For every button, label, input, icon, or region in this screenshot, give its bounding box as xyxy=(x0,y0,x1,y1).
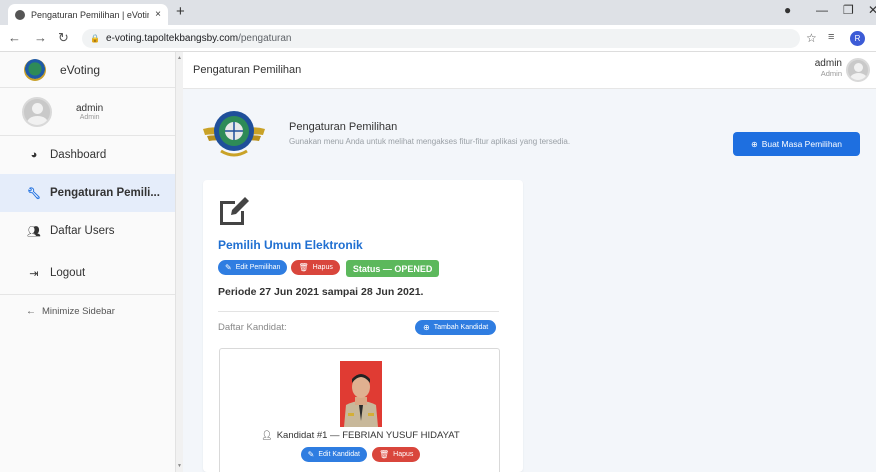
navbar-user-role: Admin xyxy=(820,69,842,78)
election-card: Pemilih Umum Elektronik ✎ Edit Pemilihan… xyxy=(203,180,523,472)
lock-icon: 🔒 xyxy=(90,34,100,43)
edit-icon xyxy=(220,197,249,225)
sidebar-brand[interactable]: eVoting xyxy=(0,52,175,88)
sidebar-scrollbar[interactable]: ▲ ▼ xyxy=(176,52,183,472)
sidebar-item-pengaturan[interactable]: 🔧︎ Pengaturan Pemili... xyxy=(0,174,175,212)
sidebar-item-users[interactable]: 👥︎ Daftar Users xyxy=(0,212,175,250)
page-title: Pengaturan Pemilihan xyxy=(193,64,302,76)
new-tab-button[interactable]: + xyxy=(176,3,185,20)
candidate-card: 👤︎ Kandidat #1 — FEBRIAN YUSUF HIDAYAT ✎ … xyxy=(219,348,500,472)
minimize-window-button[interactable]: — xyxy=(816,3,828,17)
scroll-up-icon[interactable]: ▲ xyxy=(177,55,182,61)
edit-election-label: Edit Pemilihan xyxy=(235,264,281,271)
create-election-button[interactable]: ⊕ Buat Masa Pemilihan xyxy=(733,132,860,156)
pencil-icon: ✎ xyxy=(307,450,315,459)
emblem-logo-icon xyxy=(203,111,265,157)
tab-title: Pengaturan Pemilihan | eVoting xyxy=(31,9,150,20)
pencil-icon: ✎ xyxy=(225,263,232,272)
url-host: e-voting.tapoltekbangsby.com xyxy=(105,33,239,44)
main-content: Pengaturan Pemilihan Gunakan menu Anda u… xyxy=(183,89,876,472)
status-badge: Status — OPENED xyxy=(345,260,440,277)
sidebar-item-label: Pengaturan Pemili... xyxy=(50,187,160,199)
tachometer-icon: ◕ xyxy=(30,149,38,161)
top-navbar: Pengaturan Pemilihan admin Admin xyxy=(183,52,876,89)
sidebar: eVoting admin Admin ◕ Dashboard 🔧︎ Penga… xyxy=(0,52,176,472)
trash-icon: 🗑︎ xyxy=(298,263,309,272)
navbar-user-name: admin xyxy=(814,58,842,69)
restore-window-button[interactable]: ❐ xyxy=(843,3,854,17)
sidebar-user: admin Admin xyxy=(0,88,175,136)
navbar-user[interactable]: admin Admin xyxy=(815,58,842,78)
edit-candidate-button[interactable]: ✎ Edit Kandidat xyxy=(300,447,367,462)
divider xyxy=(218,311,499,312)
sidebar-item-logout[interactable]: ⇥ Logout xyxy=(0,254,175,292)
address-bar-row: ← → ↻ 🔒 e-voting.tapoltekbangsby.com/pen… xyxy=(0,25,876,52)
sidebar-item-label: Logout xyxy=(50,267,86,279)
favicon-icon xyxy=(15,9,25,20)
browser-tab-bar: Pengaturan Pemilihan | eVoting × + ● — ❐… xyxy=(0,0,876,25)
reload-icon[interactable]: ↻ xyxy=(58,30,69,46)
url-path: /pengaturan xyxy=(238,33,292,44)
candidate-label: Kandidat #1 — FEBRIAN YUSUF HIDAYAT xyxy=(276,430,460,441)
candidate-name: 👤︎ Kandidat #1 — FEBRIAN YUSUF HIDAYAT xyxy=(220,430,501,441)
avatar xyxy=(22,96,52,127)
section-title: Pengaturan Pemilihan xyxy=(289,121,398,133)
minimize-sidebar-button[interactable]: ← Minimize Sidebar xyxy=(0,294,175,328)
user-tie-icon: 👤︎ xyxy=(261,430,273,440)
sidebar-item-label: Dashboard xyxy=(50,149,107,161)
trash-icon: 🗑︎ xyxy=(378,450,390,459)
profile-avatar[interactable]: R xyxy=(850,31,865,46)
reading-list-icon[interactable]: ≡ xyxy=(828,31,834,43)
section-subtitle: Gunakan menu Anda untuk melihat mengakse… xyxy=(289,137,571,146)
brand-logo-icon xyxy=(24,58,46,81)
delete-election-button[interactable]: 🗑︎ Hapus xyxy=(291,260,340,275)
delete-candidate-label: Hapus xyxy=(393,451,414,458)
edit-candidate-label: Edit Kandidat xyxy=(318,451,360,458)
election-title: Pemilih Umum Elektronik xyxy=(218,238,363,252)
election-period: Periode 27 Jun 2021 sampai 28 Jun 2021. xyxy=(218,286,424,298)
delete-candidate-button[interactable]: 🗑︎ Hapus xyxy=(371,447,421,462)
delete-election-label: Hapus xyxy=(312,264,333,271)
close-window-button[interactable]: ✕ xyxy=(868,3,876,17)
record-icon[interactable]: ● xyxy=(784,3,791,17)
candidate-photo xyxy=(340,361,382,427)
plus-circle-icon: ⊕ xyxy=(750,139,758,149)
url-input[interactable]: 🔒 e-voting.tapoltekbangsby.com/pengatura… xyxy=(82,29,800,48)
plus-circle-icon: ⊕ xyxy=(423,323,430,332)
forward-arrow-icon[interactable]: → xyxy=(34,30,47,45)
sidebar-user-name: admin xyxy=(76,102,104,114)
edit-election-button[interactable]: ✎ Edit Pemilihan xyxy=(218,260,288,275)
candidates-label: Daftar Kandidat: xyxy=(218,322,287,333)
navbar-avatar[interactable] xyxy=(846,58,870,82)
sidebar-user-role: Admin xyxy=(79,113,100,121)
add-candidate-label: Tambah Kandidat xyxy=(433,324,489,331)
scroll-down-icon[interactable]: ▼ xyxy=(177,463,182,469)
election-actions: ✎ Edit Pemilihan 🗑︎ Hapus Status — OPENE… xyxy=(218,260,440,277)
sign-out-icon: ⇥ xyxy=(29,267,39,280)
sidebar-item-label: Daftar Users xyxy=(50,225,115,237)
tab-close-button[interactable]: × xyxy=(155,9,161,20)
users-icon: 👥︎ xyxy=(27,225,41,238)
arrow-left-icon: ← xyxy=(26,306,36,317)
candidate-actions: ✎ Edit Kandidat 🗑︎ Hapus xyxy=(220,447,501,462)
create-election-label: Buat Masa Pemilihan xyxy=(761,139,843,149)
bookmark-star-icon[interactable]: ☆ xyxy=(806,31,817,45)
brand-name: eVoting xyxy=(60,62,101,77)
back-arrow-icon[interactable]: ← xyxy=(8,30,21,45)
minimize-sidebar-label: Minimize Sidebar xyxy=(42,306,115,317)
wrench-icon: 🔧︎ xyxy=(27,187,41,200)
browser-tab[interactable]: Pengaturan Pemilihan | eVoting × xyxy=(8,4,168,25)
add-candidate-button[interactable]: ⊕ Tambah Kandidat xyxy=(415,320,497,335)
sidebar-item-dashboard[interactable]: ◕ Dashboard xyxy=(0,136,175,174)
